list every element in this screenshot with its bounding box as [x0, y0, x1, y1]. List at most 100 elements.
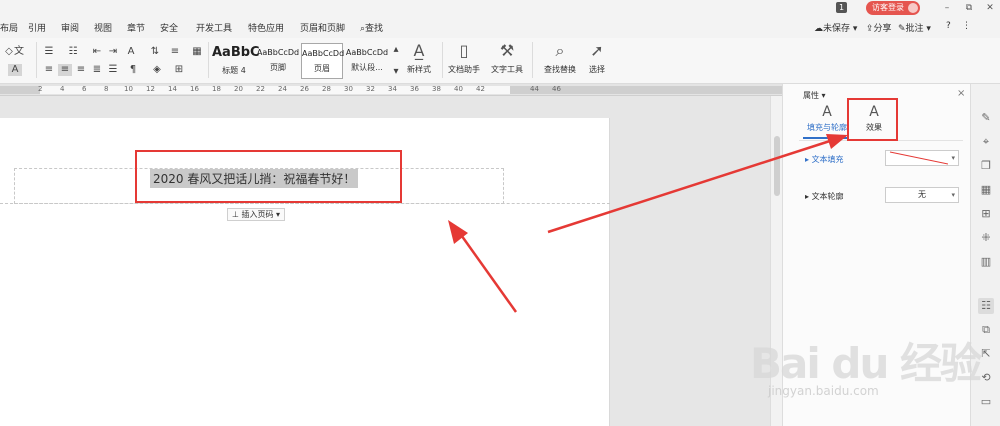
insert-page-number-button[interactable]: ⊥ 插入页码 ▾: [227, 208, 286, 221]
text-outline-value: 无: [918, 190, 926, 199]
annotate-button[interactable]: ✎批注 ▾: [898, 21, 931, 34]
style-name: 标题 4: [222, 66, 246, 75]
style-name: 页脚: [270, 63, 286, 72]
fill-outline-icon: A: [822, 104, 832, 120]
pane-title[interactable]: 属性 ▾: [803, 90, 826, 101]
ruler-label: 20: [234, 85, 243, 93]
vertical-scrollbar[interactable]: [770, 96, 782, 426]
export-icon[interactable]: ⇱: [978, 346, 994, 362]
table-icon[interactable]: ▦: [190, 46, 204, 58]
phonetic-guide-icon[interactable]: 文: [12, 46, 26, 58]
doc-assistant-button[interactable]: ▯ 文档助手: [446, 42, 482, 75]
cursor-icon: ➚: [590, 41, 604, 60]
book-icon[interactable]: ▭: [978, 394, 994, 410]
menu-developer[interactable]: 开发工具: [196, 21, 232, 34]
properties-settings-icon[interactable]: ☷: [978, 298, 994, 314]
ribbon-separator: [442, 42, 443, 78]
ribbon-separator: [36, 42, 37, 78]
pen-icon[interactable]: ✎: [978, 110, 994, 126]
menu-view[interactable]: 视图: [94, 21, 112, 34]
restore-button[interactable]: ⧉: [962, 2, 976, 14]
document-canvas[interactable]: 2020 春风又把话儿捎：祝福春节好！ ⊥ 插入页码 ▾: [0, 96, 782, 426]
text-tools-label: 文字工具: [491, 65, 523, 74]
location-icon[interactable]: ⌖: [978, 134, 994, 150]
scrollbar-thumb[interactable]: [774, 136, 780, 196]
shading-icon[interactable]: ◈: [150, 64, 164, 76]
share-button[interactable]: ⇪分享: [866, 21, 892, 34]
document-page[interactable]: 2020 春风又把话儿捎：祝福春节好！ ⊥ 插入页码 ▾: [0, 118, 610, 426]
font-color-icon[interactable]: A: [8, 64, 22, 76]
ruler-label: 26: [300, 85, 309, 93]
style-heading-4[interactable]: AaBbC 标题 4: [212, 43, 260, 79]
translate-icon[interactable]: ⧉: [978, 322, 994, 338]
style-footer[interactable]: AaBbCcDd 页脚: [256, 43, 300, 79]
menu-references[interactable]: 引用: [28, 21, 46, 34]
more-options-button[interactable]: ⋮: [962, 21, 971, 31]
layers-icon[interactable]: ❐: [978, 158, 994, 174]
justify-icon[interactable]: ≣: [90, 64, 104, 76]
decrease-indent-icon[interactable]: ⇤: [90, 46, 104, 58]
no-fill-swatch-icon: [889, 151, 948, 165]
style-header[interactable]: AaBbCcDd 页眉: [301, 43, 344, 79]
header-boundary-line: [0, 203, 610, 204]
ruler-label: 8: [104, 85, 109, 93]
line-spacing-icon[interactable]: ≡: [168, 46, 182, 58]
minimize-button[interactable]: –: [940, 2, 954, 14]
style-default-paragraph[interactable]: AaBbCcDd 默认段...: [345, 43, 389, 79]
ribbon-separator: [532, 42, 533, 78]
menu-layout[interactable]: 布局: [0, 21, 18, 34]
unsaved-indicator[interactable]: ☁未保存 ▾: [814, 21, 857, 34]
menu-security[interactable]: 安全: [160, 21, 178, 34]
menu-find[interactable]: ⌕查找: [360, 21, 383, 34]
find-replace-button[interactable]: ⌕ 查找替换: [538, 42, 582, 75]
pane-title-label: 属性: [803, 91, 819, 100]
ruler-label: 14: [168, 85, 177, 93]
annotate-label: 批注: [905, 24, 924, 34]
new-style-button[interactable]: A̲ 新样式: [401, 42, 437, 75]
text-tools-button[interactable]: ⚒ 文字工具: [487, 42, 527, 75]
numbered-list-icon[interactable]: ☷: [66, 46, 80, 58]
text-fill-row[interactable]: ▸ 文本填充: [805, 154, 844, 165]
dropdown-caret-icon: ▾: [951, 154, 955, 162]
bullet-list-icon[interactable]: ☰: [42, 46, 56, 58]
apps-icon[interactable]: ⁜: [978, 230, 994, 246]
style-sample: AaBbCcDd: [345, 48, 389, 57]
horizontal-ruler[interactable]: 2 4 6 8 10 12 14 16 18 20 22 24 26 28 30…: [0, 84, 782, 96]
align-right-icon[interactable]: ≡: [74, 64, 88, 76]
style-name: 页眉: [314, 64, 330, 73]
menu-chapter[interactable]: 章节: [127, 21, 145, 34]
chart-icon[interactable]: ▥: [978, 254, 994, 270]
borders-icon[interactable]: ⊞: [172, 64, 186, 76]
paragraph-spacing-icon[interactable]: ¶: [126, 64, 140, 76]
ruler-label: 28: [322, 85, 331, 93]
ruler-label: 22: [256, 85, 265, 93]
header-text-selected[interactable]: 2020 春风又把话儿捎：祝福春节好！: [150, 169, 359, 188]
text-fill-color-picker[interactable]: ▾: [885, 150, 959, 166]
align-center-icon[interactable]: ≡: [58, 64, 72, 76]
select-button[interactable]: ➚ 选择: [584, 42, 610, 75]
text-outline-select[interactable]: 无 ▾: [885, 187, 959, 203]
tab-fill-outline[interactable]: A 填充与轮廓: [803, 104, 851, 133]
distribute-icon[interactable]: ☰: [106, 64, 120, 76]
guest-login-button[interactable]: 访客登录: [866, 1, 920, 15]
help-button[interactable]: ?: [946, 21, 951, 31]
sort-icon[interactable]: ⇅: [148, 46, 162, 58]
table-icon[interactable]: ⊞: [978, 206, 994, 222]
menu-find-label: 查找: [365, 24, 384, 34]
tab-effect[interactable]: A 效果: [859, 104, 889, 133]
share-network-icon[interactable]: ⟲: [978, 370, 994, 386]
close-window-button[interactable]: ✕: [983, 2, 997, 14]
pane-close-button[interactable]: ×: [957, 88, 965, 99]
menu-features[interactable]: 特色应用: [248, 21, 284, 34]
increase-indent-icon[interactable]: ⇥: [106, 46, 120, 58]
text-outline-row[interactable]: ▸ 文本轮廓: [805, 191, 844, 202]
menu-header-footer[interactable]: 页眉和页脚: [300, 21, 345, 34]
align-left-icon[interactable]: ≡: [42, 64, 56, 76]
cloud-icon: ☁: [814, 24, 823, 34]
document-icon: ▯: [459, 41, 469, 60]
share-label: 分享: [873, 24, 892, 34]
menu-review[interactable]: 审阅: [61, 21, 79, 34]
font-size-icon[interactable]: A: [124, 46, 138, 58]
window-count-badge[interactable]: 1: [836, 2, 847, 13]
grid-icon[interactable]: ▦: [978, 182, 994, 198]
